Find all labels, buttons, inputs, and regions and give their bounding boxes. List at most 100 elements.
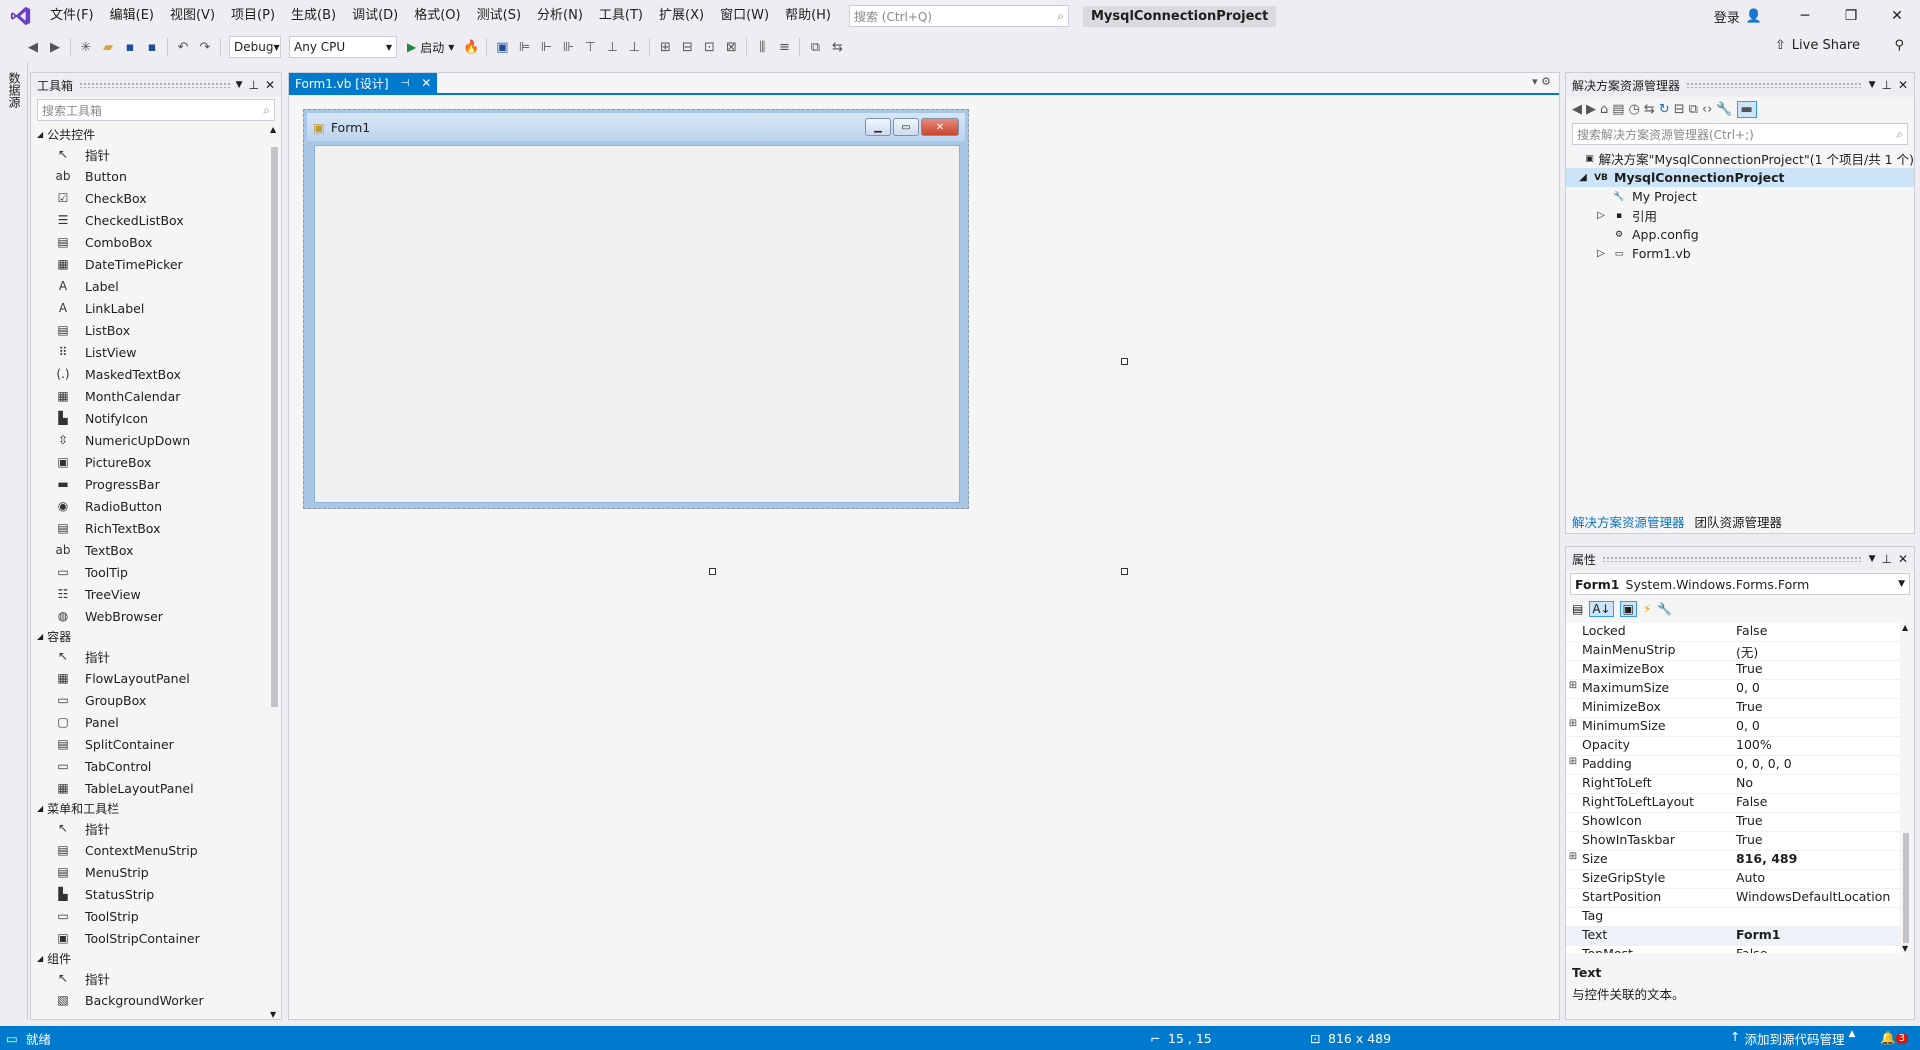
save-icon[interactable]: ▪ (119, 36, 141, 58)
screenshot-icon[interactable]: ▣ (491, 36, 513, 58)
toolbox-item[interactable]: ▧ BackgroundWorker (31, 989, 267, 1011)
toolbox-scrollbar[interactable]: ▲ ▼ (269, 125, 279, 1019)
toolbox-item[interactable]: ▬ ProgressBar (31, 473, 267, 495)
toolbox-item[interactable]: ▣ PictureBox (31, 451, 267, 473)
forward-icon[interactable]: ▶ (1586, 102, 1596, 117)
preview-icon[interactable]: ▬ (1736, 100, 1757, 118)
toolbox-item[interactable]: ☰ CheckedListBox (31, 209, 267, 231)
scroll-down-icon[interactable]: ▼ (270, 1010, 276, 1019)
panel-grip[interactable] (1686, 82, 1863, 88)
events-icon[interactable]: ⚡ (1643, 602, 1651, 616)
toolbox-item[interactable]: ▦ DateTimePicker (31, 253, 267, 275)
alphabetical-icon[interactable]: A↓ (1589, 601, 1614, 617)
toolbox-item[interactable]: ab TextBox (31, 539, 267, 561)
menu-item[interactable]: 视图(V) (162, 0, 223, 32)
dropdown-icon[interactable]: ▼ (236, 80, 243, 90)
toolbox-item[interactable]: ☑ CheckBox (31, 187, 267, 209)
open-folder-icon[interactable]: ▰ (97, 36, 119, 58)
property-value[interactable]: 100% (1732, 737, 1900, 755)
toolbox-item[interactable]: ▤ ListBox (31, 319, 267, 341)
property-value[interactable]: No (1732, 775, 1900, 793)
pin-icon[interactable]: ⊣ (401, 78, 410, 89)
close-icon[interactable]: ✕ (1898, 78, 1908, 92)
pin-icon[interactable]: ⊥ (1881, 78, 1891, 92)
property-value[interactable]: (无) (1732, 642, 1900, 660)
minimize-button[interactable]: ─ (1782, 8, 1828, 24)
toolbox-item[interactable]: ▦ TableLayoutPanel (31, 777, 267, 799)
toolbox-item[interactable]: ▙ StatusStrip (31, 883, 267, 905)
property-row[interactable]: ShowIcon True (1566, 813, 1900, 832)
expand-icon[interactable]: ⊞ (1566, 680, 1580, 698)
property-row[interactable]: RightToLeftLayout False (1566, 794, 1900, 813)
restore-button[interactable]: ❐ (1828, 8, 1874, 24)
property-row[interactable]: MaximizeBox True (1566, 661, 1900, 680)
toolbox-item[interactable]: ◍ WebBrowser (31, 605, 267, 627)
expand-icon[interactable]: ⊞ (1566, 756, 1580, 774)
dropdown-icon[interactable]: ▼ (1869, 554, 1876, 564)
back-icon[interactable]: ◀ (1572, 102, 1582, 117)
property-value[interactable] (1732, 908, 1900, 926)
toolbox-search-input[interactable]: 搜索工具箱 ⌕ (37, 99, 275, 121)
menu-item[interactable]: 测试(S) (469, 0, 529, 32)
property-row[interactable]: RightToLeft No (1566, 775, 1900, 794)
menu-item[interactable]: 扩展(X) (651, 0, 712, 32)
refresh-icon[interactable]: ↻ (1659, 102, 1670, 117)
property-row[interactable]: Text Form1 (1566, 927, 1900, 946)
tree-toggle-icon[interactable]: ◢ (1574, 172, 1592, 183)
search-input[interactable]: 搜索 (Ctrl+Q) ⌕ (848, 5, 1069, 27)
toolbox-item[interactable]: ▤ SplitContainer (31, 733, 267, 755)
toolbox-item[interactable]: ▭ TabControl (31, 755, 267, 777)
tree-node[interactable]: ▷ ▭ Form1.vb (1566, 244, 1914, 263)
toolbox-item[interactable]: ▭ ToolStrip (31, 905, 267, 927)
view-code-icon[interactable]: ‹› (1702, 102, 1712, 117)
property-value[interactable]: True (1732, 661, 1900, 679)
property-row[interactable]: SizeGripStyle Auto (1566, 870, 1900, 889)
property-value[interactable]: 816, 489 (1732, 851, 1900, 869)
property-row[interactable]: ⊞ Padding 0, 0, 0, 0 (1566, 756, 1900, 775)
toolbox-item[interactable]: ↖ 指针 (31, 143, 267, 165)
property-row[interactable]: StartPosition WindowsDefaultLocation (1566, 889, 1900, 908)
live-share-button[interactable]: ⇧ Live Share (1775, 38, 1860, 53)
toolbox-item[interactable]: ↖ 指针 (31, 645, 267, 667)
pin-icon[interactable]: ⊥ (248, 78, 258, 92)
scroll-up-icon[interactable]: ▲ (1902, 623, 1908, 632)
property-row[interactable]: ⊞ Size 816, 489 (1566, 851, 1900, 870)
resize-handle-corner[interactable] (1121, 568, 1128, 575)
toolbox-item[interactable]: ▤ MenuStrip (31, 861, 267, 883)
property-value[interactable]: 0, 0 (1732, 718, 1900, 736)
pending-changes-icon[interactable]: ◷ (1629, 102, 1640, 117)
toolbox-item[interactable]: A LinkLabel (31, 297, 267, 319)
toolbox-item[interactable]: ⠿ ListView (31, 341, 267, 363)
menu-item[interactable]: 分析(N) (529, 0, 591, 32)
show-all-files-icon[interactable]: ⧉ (1689, 102, 1698, 117)
property-row[interactable]: Locked False (1566, 623, 1900, 642)
toolbox-item[interactable]: (.) MaskedTextBox (31, 363, 267, 385)
toolbox-item[interactable]: ▙ NotifyIcon (31, 407, 267, 429)
user-icon[interactable]: 👤 (1746, 9, 1762, 24)
toolbox-item[interactable]: ▣ ToolStripContainer (31, 927, 267, 949)
property-value[interactable]: Form1 (1732, 927, 1900, 945)
tree-node[interactable]: ◢ VB MysqlConnectionProject (1566, 168, 1914, 187)
toolbox-item[interactable]: ▦ FlowLayoutPanel (31, 667, 267, 689)
tree-toggle-icon[interactable]: ▷ (1592, 248, 1610, 259)
resize-handle-right[interactable] (1121, 358, 1128, 365)
tree-node[interactable]: ⚙ App.config (1566, 225, 1914, 244)
panel-grip[interactable] (79, 82, 230, 88)
menu-item[interactable]: 生成(B) (283, 0, 344, 32)
sync-icon[interactable]: ⇆ (1644, 102, 1655, 117)
tree-node[interactable]: ▷ ▪ 引用 (1566, 206, 1914, 225)
close-icon[interactable]: ✕ (265, 78, 275, 92)
menu-item[interactable]: 编辑(E) (102, 0, 162, 32)
chevron-down-icon[interactable]: ▾ (1532, 75, 1538, 88)
toolbox-category[interactable]: ◢ 组件 (31, 949, 267, 967)
feedback-icon[interactable]: ⚲ (1894, 38, 1904, 53)
redo-icon[interactable]: ↷ (194, 36, 216, 58)
toolbox-item[interactable]: ▤ RichTextBox (31, 517, 267, 539)
property-scrollbar[interactable]: ▲ ▼ (1900, 623, 1912, 953)
menu-item[interactable]: 窗口(W) (712, 0, 777, 32)
designer-form[interactable]: ▣ Form1 ▁ ▭ ✕ (303, 109, 969, 509)
property-pages-icon[interactable]: 🔧 (1657, 602, 1672, 616)
scrollbar-thumb[interactable] (1903, 833, 1909, 943)
property-value[interactable]: True (1732, 699, 1900, 717)
toolbox-item[interactable]: ▭ ToolTip (31, 561, 267, 583)
